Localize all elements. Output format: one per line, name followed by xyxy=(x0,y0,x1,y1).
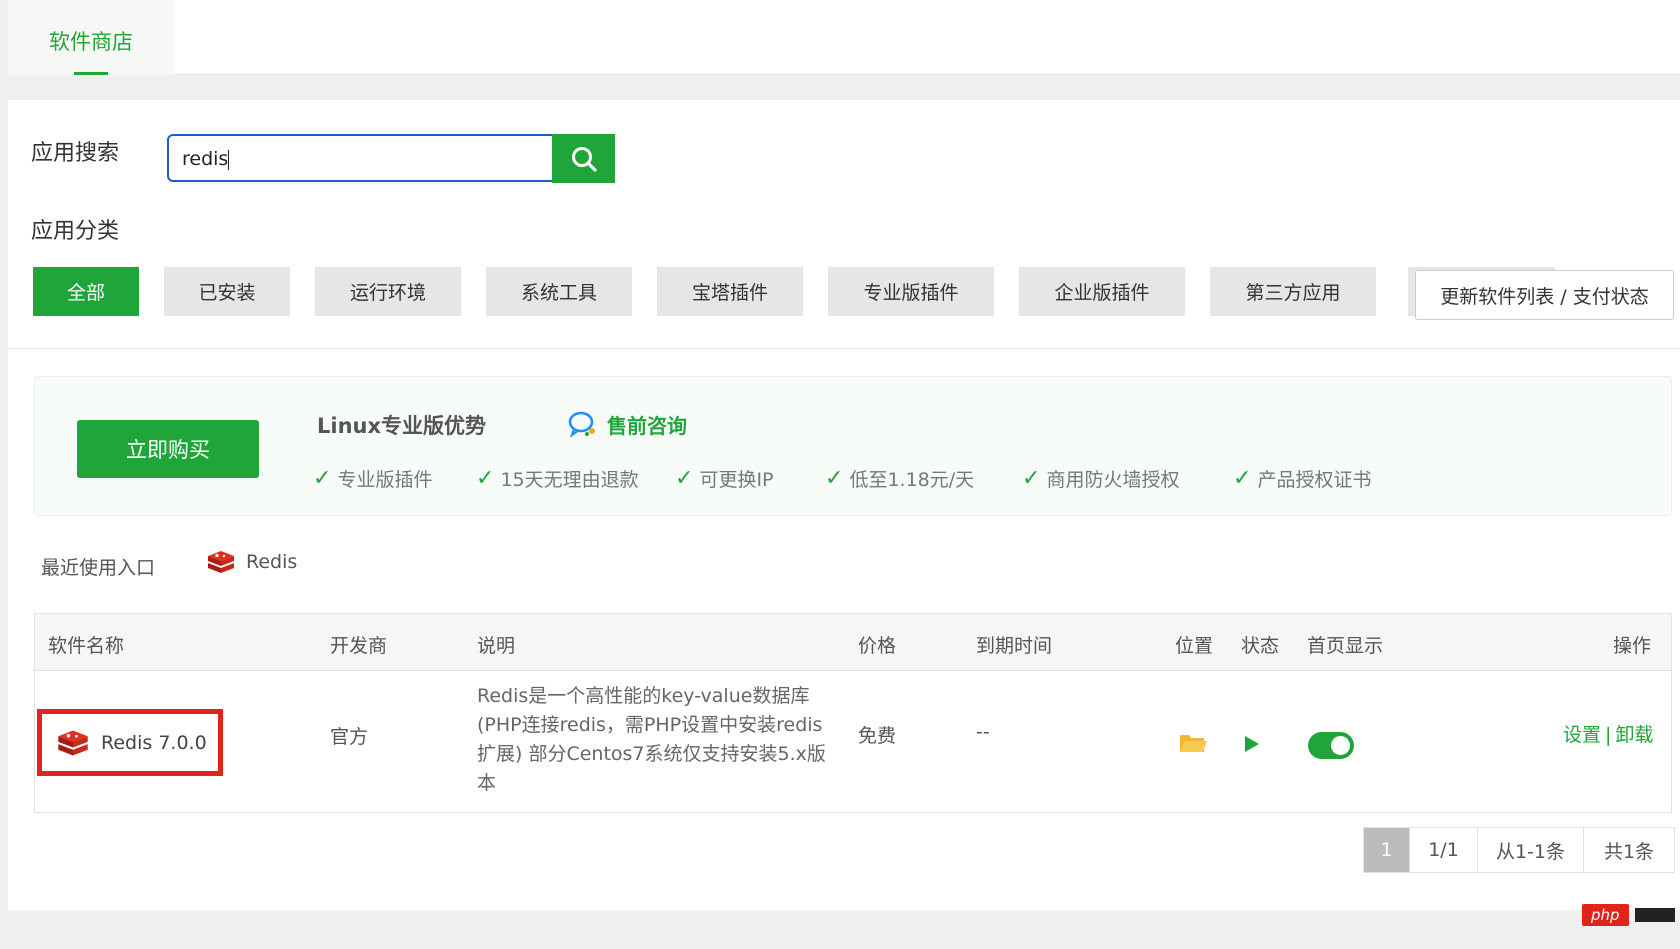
software-table: 软件名称 开发商 说明 价格 到期时间 位置 状态 首页显示 操作 Redis … xyxy=(34,613,1672,813)
update-software-list-button[interactable]: 更新软件列表 / 支付状态 xyxy=(1415,270,1674,320)
header-location: 位置 xyxy=(1175,635,1214,657)
watermark-bar xyxy=(1634,908,1675,922)
buy-now-button[interactable]: 立即购买 xyxy=(77,420,259,478)
watermark-logo: php xyxy=(1582,904,1629,926)
category-system-tools[interactable]: 系统工具 xyxy=(486,267,632,316)
settings-link[interactable]: 设置 xyxy=(1563,724,1601,746)
check-icon: ✓ xyxy=(476,466,495,491)
software-name: Redis 7.0.0 xyxy=(101,731,207,754)
recent-entries-label: 最近使用入口 xyxy=(41,557,156,579)
header-developer: 开发商 xyxy=(330,635,388,657)
search-label: 应用搜索 xyxy=(31,141,120,166)
category-runtime[interactable]: 运行环境 xyxy=(315,267,461,316)
expiry-cell: -- xyxy=(976,721,990,743)
promo-feature: ✓ 商用防火墙授权 xyxy=(1022,466,1180,491)
category-all[interactable]: 全部 xyxy=(33,267,139,316)
price-cell: 免费 xyxy=(858,725,897,747)
page-range: 从1-1条 xyxy=(1478,828,1584,872)
promo-title: Linux专业版优势 xyxy=(317,414,487,438)
recent-item-label: Redis xyxy=(246,551,298,573)
redis-icon xyxy=(208,551,234,573)
total-count: 共1条 xyxy=(1603,840,1655,863)
uninstall-link[interactable]: 卸载 xyxy=(1615,724,1653,746)
category-bt-plugins[interactable]: 宝塔插件 xyxy=(657,267,803,316)
promo-feature: ✓ 低至1.18元/天 xyxy=(825,466,975,491)
category-installed[interactable]: 已安装 xyxy=(164,267,290,316)
top-tab-bar: 软件商店 xyxy=(8,0,1680,75)
check-icon: ✓ xyxy=(675,466,694,491)
play-icon[interactable] xyxy=(1243,734,1261,754)
chat-icon xyxy=(568,411,595,438)
search-button[interactable] xyxy=(552,134,615,183)
presale-consult-label: 售前咨询 xyxy=(607,413,687,438)
description-cell: Redis是一个高性能的key-value数据库(PHP连接redis，需PHP… xyxy=(477,685,826,794)
header-expiry: 到期时间 xyxy=(976,635,1053,657)
check-icon: ✓ xyxy=(1022,466,1041,491)
developer-cell: 官方 xyxy=(330,726,369,748)
search-input-value: redis xyxy=(182,148,229,170)
presale-consult-link[interactable]: 售前咨询 xyxy=(567,409,687,439)
check-icon: ✓ xyxy=(313,466,332,491)
check-icon: ✓ xyxy=(825,466,844,491)
header-homepage-display: 首页显示 xyxy=(1307,635,1384,657)
tab-software-store[interactable]: 软件商店 xyxy=(8,0,174,75)
software-name-cell[interactable]: Redis 7.0.0 xyxy=(37,709,223,776)
page-current[interactable]: 1 xyxy=(1364,828,1410,872)
category-enterprise-plugins[interactable]: 企业版插件 xyxy=(1019,267,1185,316)
category-third-party[interactable]: 第三方应用 xyxy=(1210,267,1376,316)
promo-feature: ✓ 产品授权证书 xyxy=(1233,466,1372,491)
toggle-knob xyxy=(1331,736,1350,755)
divider xyxy=(8,348,1680,349)
actions-separator: | xyxy=(1605,724,1612,746)
php-watermark: php xyxy=(1582,904,1675,926)
table-header: 软件名称 开发商 说明 价格 到期时间 位置 状态 首页显示 操作 xyxy=(35,614,1671,671)
header-description: 说明 xyxy=(477,635,516,657)
category-pro-plugins[interactable]: 专业版插件 xyxy=(828,267,994,316)
promo-feature: ✓ 15天无理由退款 xyxy=(476,466,639,491)
promo-feature: ✓ 专业版插件 xyxy=(313,466,433,491)
header-status: 状态 xyxy=(1241,635,1280,657)
page-count: 1/1 xyxy=(1410,828,1478,872)
check-icon: ✓ xyxy=(1233,466,1252,491)
homepage-display-toggle[interactable] xyxy=(1308,732,1354,759)
promo-feature: ✓ 可更换IP xyxy=(675,466,774,491)
recent-item-redis[interactable]: Redis xyxy=(206,549,297,575)
pro-promo-banner: 立即购买 Linux专业版优势 售前咨询 ✓ 专业版插件 ✓ 15天无理由退款 ✓ 可… xyxy=(34,376,1672,516)
text-caret xyxy=(228,149,230,170)
header-price: 价格 xyxy=(858,635,897,657)
header-actions: 操作 xyxy=(1613,635,1652,657)
search-icon xyxy=(571,146,597,172)
pagination: 1 1/1 从1-1条 共1条 xyxy=(1363,827,1675,873)
main-panel: 应用搜索 redis 应用分类 全部 已安装 运行环境 系统工具 宝塔插件 专业… xyxy=(8,100,1680,910)
folder-icon[interactable] xyxy=(1179,732,1207,754)
search-input[interactable]: redis xyxy=(167,134,559,182)
redis-icon xyxy=(58,730,88,755)
row-actions: 设置 | 卸载 xyxy=(1563,720,1653,747)
tab-active-indicator xyxy=(74,72,108,75)
header-name: 软件名称 xyxy=(48,635,125,657)
category-label: 应用分类 xyxy=(31,219,120,244)
tab-label: 软件商店 xyxy=(49,30,133,54)
